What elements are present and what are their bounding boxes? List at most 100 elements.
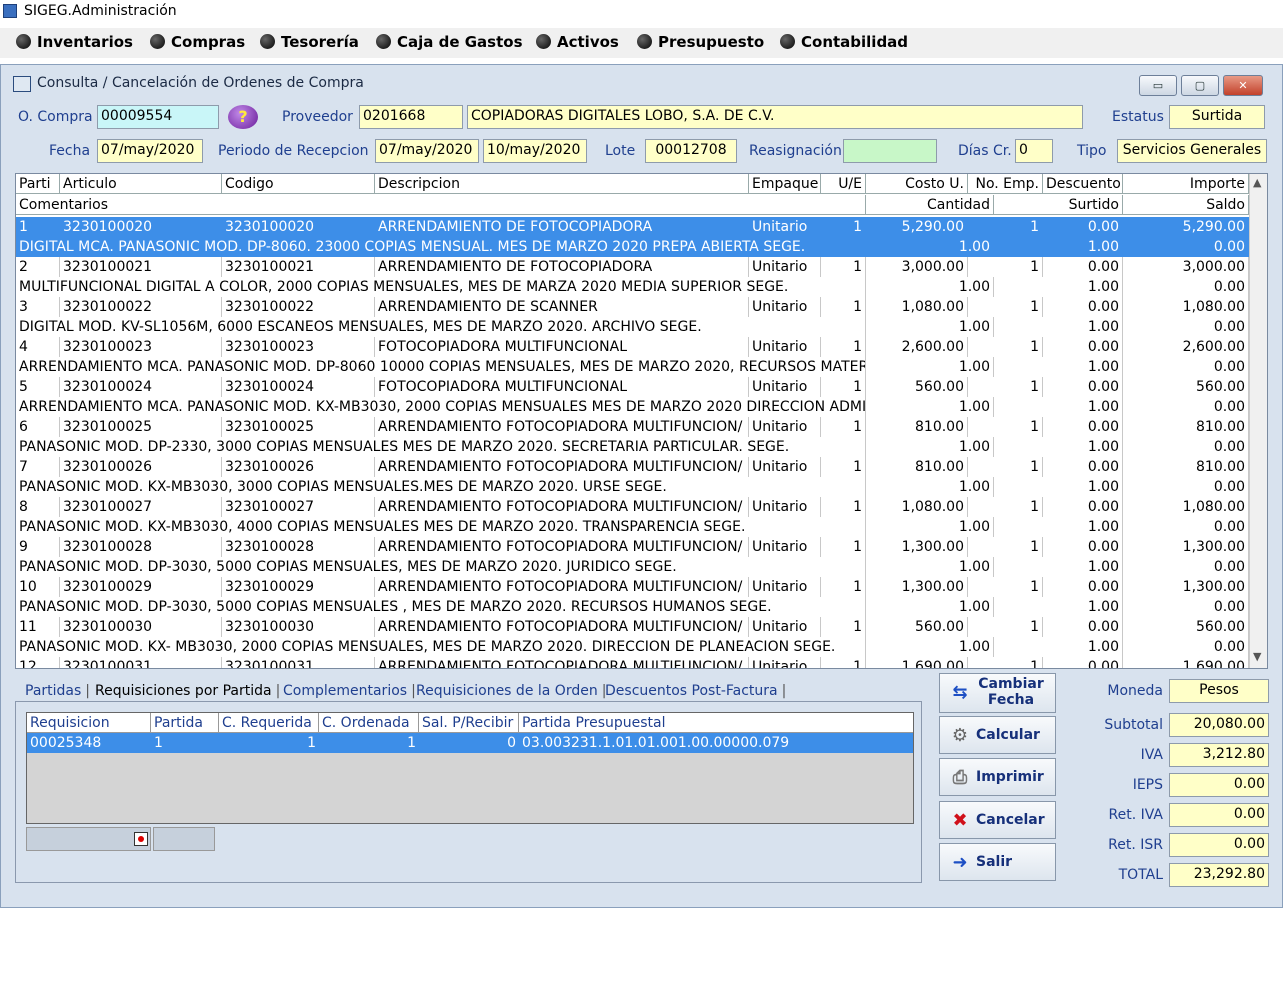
menu-tesoreria[interactable]: Tesorería — [260, 33, 359, 51]
record-icon[interactable] — [134, 832, 148, 846]
col-articulo[interactable]: Articulo — [60, 174, 222, 194]
reasignacion-field[interactable] — [843, 139, 937, 163]
grid-comment-row[interactable]: DIGITAL MCA. PANASONIC MOD. DP-8060. 230… — [16, 237, 1249, 257]
grid-comment-row[interactable]: MULTIFUNCIONAL DIGITAL A COLOR, 2000 COP… — [16, 277, 1249, 297]
maximize-button[interactable]: ▢ — [1181, 75, 1219, 96]
periodo-fin-field[interactable]: 10/may/2020 — [483, 139, 587, 163]
grid-comment-row[interactable]: DIGITAL MOD. KV-SL1056M, 6000 ESCANEOS M… — [16, 317, 1249, 337]
col-cantidad[interactable]: Cantidad — [866, 195, 994, 215]
fecha-field[interactable]: 07/may/2020 — [97, 139, 203, 163]
grid-row[interactable]: 1 3230100020 3230100020 ARRENDAMIENTO DE FO… — [16, 217, 1249, 237]
col-parti[interactable]: Parti — [16, 174, 60, 194]
cell-importe: 1,300.00 — [1123, 577, 1249, 597]
grid-comment-row[interactable]: ARRENDAMIENTO MCA. PANASONIC MOD. KX-MB3… — [16, 397, 1249, 417]
grid-comment-row[interactable]: PANASONIC MOD. KX-MB3030, 3000 COPIAS ME… — [16, 477, 1249, 497]
grid-row[interactable]: 9 3230100028 3230100028 ARRENDAMIENTO FOTOC… — [16, 537, 1249, 557]
order-lines-grid[interactable]: Parti Articulo Codigo Descripcion Empaqu… — [15, 173, 1268, 669]
tab-complementarios[interactable]: Complementarios — [283, 683, 416, 699]
minimize-button[interactable]: ▭ — [1139, 75, 1177, 96]
grid-vertical-scrollbar[interactable]: ▲ ▼ — [1249, 174, 1267, 668]
grid-row[interactable]: 12 3230100031 3230100031 ARRENDAMIENTO FOTO… — [16, 657, 1249, 668]
cell-desc: FOTOCOPIADORA MULTIFUNCIONAL — [375, 337, 749, 357]
requisicion-row[interactable]: 00025348 1 1 1 0 03.003231.1.01.01.001.0… — [27, 733, 913, 753]
cell-codigo: 3230100025 — [222, 417, 375, 437]
tab-requisiciones-partida[interactable]: Requisiciones por Partida — [95, 683, 280, 699]
grid-comment-row[interactable]: PANASONIC MOD. KX- MB3030, 2000 COPIAS M… — [16, 637, 1249, 657]
lote-field[interactable]: 00012708 — [645, 139, 737, 163]
cell-noemp: 1 — [968, 297, 1043, 317]
col-saldo[interactable]: Saldo — [1123, 195, 1249, 215]
cancelar-button[interactable]: ✖ Cancelar — [939, 801, 1056, 839]
grid-comment-row[interactable]: PANASONIC MOD. DP-2330, 3000 COPIAS MENS… — [16, 437, 1249, 457]
tab-requisiciones-orden[interactable]: Requisiciones de la Orden — [416, 683, 606, 699]
scroll-up-icon[interactable]: ▲ — [1253, 176, 1261, 189]
proveedor-code-field[interactable]: 0201668 — [359, 105, 463, 129]
grid-row[interactable]: 10 3230100029 3230100029 ARRENDAMIENTO FOTO… — [16, 577, 1249, 597]
col-c-requerida[interactable]: C. Requerida — [219, 713, 319, 733]
col-empaque[interactable]: Empaque — [749, 174, 821, 194]
grid-comment-row[interactable]: PANASONIC MOD. KX-MB3030, 4000 COPIAS ME… — [16, 517, 1249, 537]
col-costo[interactable]: Costo U. — [866, 174, 968, 194]
cell-noemp: 1 — [968, 257, 1043, 277]
salir-button[interactable]: ➜ Salir — [939, 843, 1056, 881]
cell-empaque: Unitario — [749, 217, 821, 237]
bullet-icon — [260, 34, 275, 49]
col-partida-presupuestal[interactable]: Partida Presupuestal — [519, 713, 913, 733]
col-ue[interactable]: U/E — [821, 174, 866, 194]
menu-contabilidad[interactable]: Contabilidad — [780, 33, 908, 51]
grid-row[interactable]: 7 3230100026 3230100026 ARRENDAMIENTO FOTOC… — [16, 457, 1249, 477]
cell-saldo: 0.00 — [1123, 437, 1249, 457]
cell-parti: 3 — [16, 297, 60, 317]
col-noemp[interactable]: No. Emp. — [968, 174, 1043, 194]
cell-empaque: Unitario — [749, 617, 821, 637]
imprimir-button[interactable]: ⎙ Imprimir — [939, 758, 1056, 796]
col-importe[interactable]: Importe — [1123, 174, 1249, 194]
grid-row[interactable]: 11 3230100030 3230100030 ARRENDAMIENTO FOTO… — [16, 617, 1249, 637]
ocompra-field[interactable]: 00009554 — [97, 105, 219, 129]
periodo-inicio-field[interactable]: 07/may/2020 — [375, 139, 479, 163]
grid-row[interactable]: 3 3230100022 3230100022 ARRENDAMIENTO DE SC… — [16, 297, 1249, 317]
menu-activos[interactable]: Activos — [536, 33, 619, 51]
requisiciones-grid[interactable]: Requisicion Partida C. Requerida C. Orde… — [26, 712, 914, 824]
menu-presupuesto[interactable]: Presupuesto — [637, 33, 764, 51]
menu-compras[interactable]: Compras — [150, 33, 245, 51]
col-partida[interactable]: Partida — [151, 713, 219, 733]
calcular-button[interactable]: ⚙ Calcular — [939, 716, 1056, 754]
cell-empaque: Unitario — [749, 337, 821, 357]
cell-noemp: 1 — [968, 657, 1043, 668]
menu-inventarios[interactable]: Inventarios — [16, 33, 133, 51]
cell-codigo: 3230100031 — [222, 657, 375, 668]
col-requisicion[interactable]: Requisicion — [27, 713, 151, 733]
tab-partidas[interactable]: Partidas — [25, 683, 90, 699]
grid-row[interactable]: 2 3230100021 3230100021 ARRENDAMIENTO DE FO… — [16, 257, 1249, 277]
col-sal-recibir[interactable]: Sal. P/Recibir — [419, 713, 519, 733]
col-c-ordenada[interactable]: C. Ordenada — [319, 713, 419, 733]
ret-iva-field: 0.00 — [1169, 803, 1269, 827]
menu-caja-gastos[interactable]: Caja de Gastos — [376, 33, 523, 51]
proveedor-name-field[interactable]: COPIADORAS DIGITALES LOBO, S.A. DE C.V. — [467, 105, 1083, 129]
col-comentarios[interactable]: Comentarios — [16, 195, 866, 215]
grid-comment-row[interactable]: ARRENDAMIENTO MCA. PANASONIC MOD. DP-806… — [16, 357, 1249, 377]
col-surtido[interactable]: Surtido — [994, 195, 1123, 215]
cell-codigo: 3230100023 — [222, 337, 375, 357]
cambiar-fecha-button[interactable]: ⇆ Cambiar Fecha — [939, 673, 1056, 713]
cell-costo: 1,080.00 — [866, 297, 968, 317]
tab-descuentos[interactable]: Descuentos Post-Factura — [605, 683, 786, 699]
scroll-down-icon[interactable]: ▼ — [1253, 650, 1261, 663]
cell-costo: 1,300.00 — [866, 577, 968, 597]
col-descripcion[interactable]: Descripcion — [375, 174, 749, 194]
grid-row[interactable]: 8 3230100027 3230100027 ARRENDAMIENTO FOTOC… — [16, 497, 1249, 517]
dias-field[interactable]: 0 — [1015, 139, 1053, 163]
grid-row[interactable]: 4 3230100023 3230100023 FOTOCOPIADORA MULTI… — [16, 337, 1249, 357]
grid-row[interactable]: 5 3230100024 3230100024 FOTOCOPIADORA MULTI… — [16, 377, 1249, 397]
grid-comment-row[interactable]: PANASONIC MOD. DP-3030, 5000 COPIAS MENS… — [16, 597, 1249, 617]
cell-empaque: Unitario — [749, 577, 821, 597]
grid-row[interactable]: 6 3230100025 3230100025 ARRENDAMIENTO FOTOC… — [16, 417, 1249, 437]
subtotal-label: Subtotal — [1104, 717, 1163, 733]
help-icon[interactable]: ? — [228, 105, 258, 129]
col-codigo[interactable]: Codigo — [222, 174, 375, 194]
grid-comment-row[interactable]: PANASONIC MOD. DP-3030, 5000 COPIAS MENS… — [16, 557, 1249, 577]
close-button[interactable]: ✕ — [1223, 75, 1263, 96]
col-descuento[interactable]: Descuento — [1043, 174, 1123, 194]
cell-descuento: 0.00 — [1043, 337, 1123, 357]
